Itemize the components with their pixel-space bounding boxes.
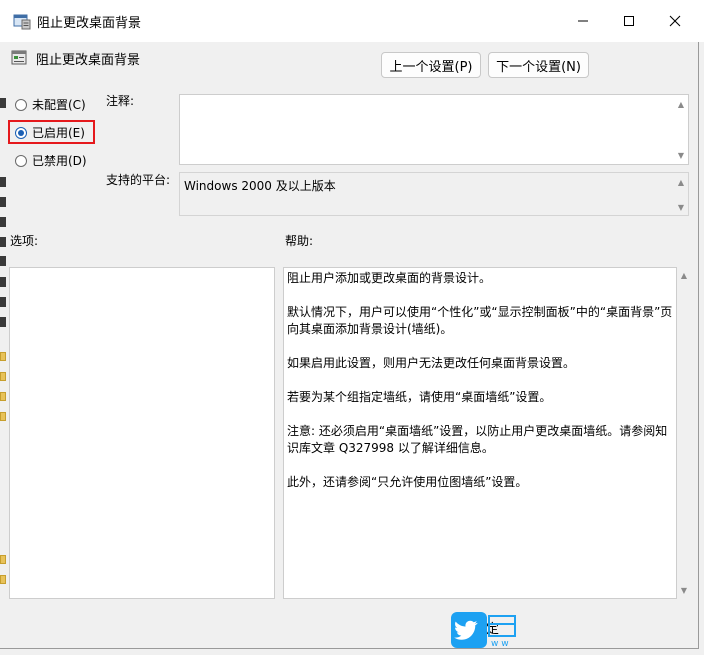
- radio-not-configured[interactable]: 未配置(C): [15, 96, 86, 113]
- options-label: 选项:: [10, 234, 39, 248]
- radio-button-indicator[interactable]: [15, 98, 27, 111]
- radio-enabled[interactable]: 已启用(E): [15, 124, 85, 141]
- minimize-button[interactable]: [560, 0, 606, 42]
- policy-setting-icon: [11, 49, 28, 66]
- maximize-icon: [624, 16, 634, 26]
- window-title: 阻止更改桌面背景: [37, 16, 142, 31]
- radio-button-indicator[interactable]: [15, 154, 27, 167]
- scroll-up-arrow-icon[interactable]: ▲: [676, 177, 686, 187]
- supported-platform-label: 支持的平台:: [106, 173, 171, 187]
- help-paragraph: 如果启用此设置，则用户无法更改任何桌面背景设置。: [287, 356, 576, 370]
- scroll-up-arrow-icon[interactable]: ▲: [676, 99, 686, 109]
- options-panel: [9, 267, 275, 599]
- background-window-strip: [0, 42, 7, 642]
- close-icon: [669, 15, 681, 27]
- help-label: 帮助:: [285, 234, 314, 248]
- policy-app-icon: [13, 12, 31, 30]
- close-button[interactable]: [652, 0, 698, 42]
- radio-disabled[interactable]: 已禁用(D): [15, 152, 87, 169]
- scroll-down-arrow-icon[interactable]: ▼: [676, 202, 686, 212]
- scroll-down-arrow-icon[interactable]: ▼: [679, 585, 689, 595]
- radio-label: 未配置(C): [32, 98, 86, 112]
- radio-label: 已禁用(D): [32, 154, 87, 168]
- minimize-icon: [578, 20, 588, 22]
- previous-setting-button[interactable]: 上一个设置(P): [381, 52, 481, 78]
- radio-label: 已启用(E): [32, 126, 85, 140]
- svg-text:w w: w w: [491, 639, 509, 648]
- help-text: 阻止用户添加或更改桌面的背景设计。 默认情况下，用户可以使用“个性化”或“显示控…: [287, 270, 675, 508]
- supported-platform-value: Windows 2000 及以上版本: [184, 179, 336, 193]
- help-paragraph: 阻止用户添加或更改桌面的背景设计。: [287, 271, 492, 285]
- help-paragraph: 此外，还请参阅“只允许使用位图墙纸”设置。: [287, 475, 528, 489]
- maximize-button[interactable]: [606, 0, 652, 42]
- comment-textarea[interactable]: [179, 94, 689, 165]
- scroll-down-arrow-icon[interactable]: ▼: [676, 150, 686, 160]
- comment-label: 注释:: [106, 94, 135, 108]
- help-paragraph: 注意: 还必须启用“桌面墙纸”设置，以防止用户更改桌面墙纸。请参阅知识库文章 Q…: [287, 424, 668, 455]
- window-border-bottom: [0, 648, 699, 649]
- help-scrollbar[interactable]: [677, 267, 690, 599]
- window-border-right: [698, 42, 699, 648]
- policy-name: 阻止更改桌面背景: [36, 53, 141, 68]
- help-paragraph: 默认情况下，用户可以使用“个性化”或“显示控制面板”中的“桌面背景”页向其桌面添…: [287, 305, 673, 336]
- next-setting-button[interactable]: 下一个设置(N): [488, 52, 589, 78]
- watermark-logo: w w: [451, 612, 521, 649]
- help-paragraph: 若要为某个组指定墙纸，请使用“桌面墙纸”设置。: [287, 390, 552, 404]
- radio-button-indicator[interactable]: [15, 126, 27, 139]
- scroll-up-arrow-icon[interactable]: ▲: [679, 270, 689, 280]
